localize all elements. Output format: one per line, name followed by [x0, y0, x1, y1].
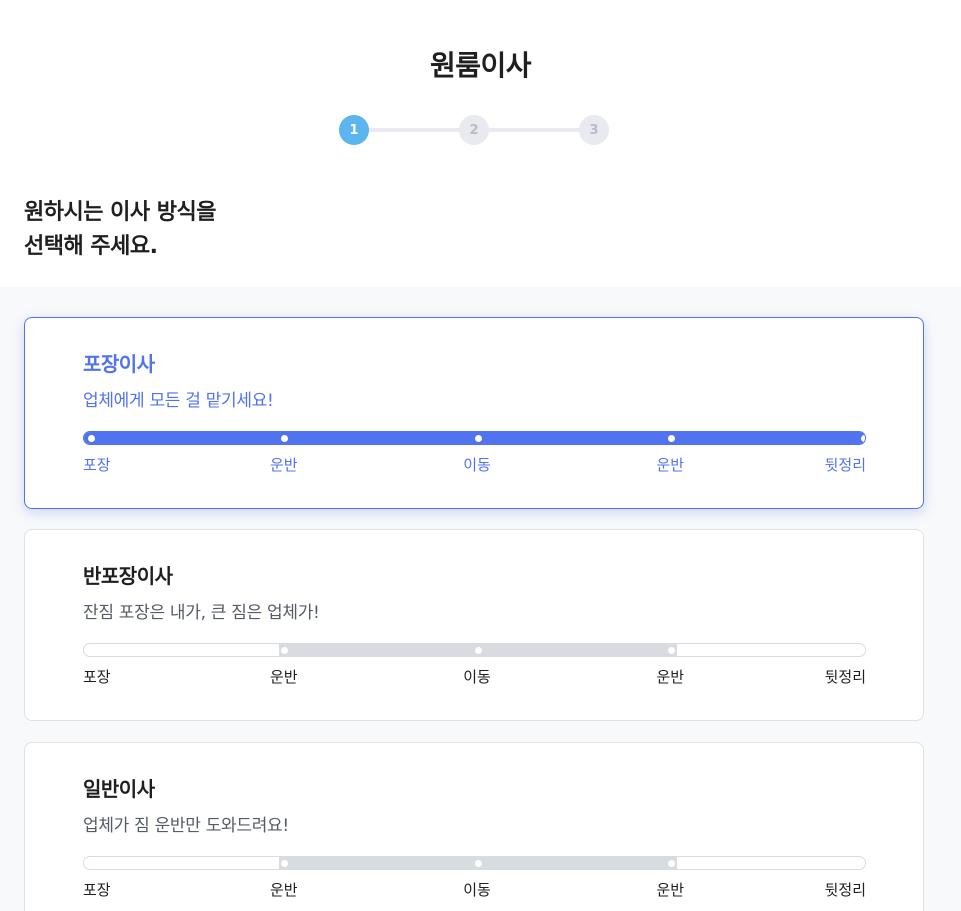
stage-dot — [88, 860, 95, 867]
stage-label: 이동 — [463, 668, 491, 686]
stage-label: 뒷정리 — [824, 881, 866, 899]
option-title: 포장이사 — [83, 352, 155, 376]
stage-dot — [474, 647, 482, 654]
stage-dot — [88, 435, 95, 442]
service-range-bar — [83, 643, 866, 657]
stage-labels: 포장 운반 이동 운반 뒷정리 — [83, 454, 866, 476]
service-range-bar — [83, 431, 866, 445]
stage-dot — [861, 435, 865, 442]
stepper-connector — [487, 128, 581, 132]
headline-line-1: 원하시는 이사 방식을 — [24, 200, 216, 225]
stage-label: 포장 — [83, 456, 111, 474]
header-section: 원룸이사 1 2 3 원하시는 이사 방식을 선택해 주세요. — [0, 0, 961, 287]
stage-label: 운반 — [269, 456, 298, 474]
service-range-bar — [83, 856, 866, 870]
stage-dot — [861, 647, 865, 654]
page-title: 원룸이사 — [429, 49, 532, 82]
stage-label: 포장 — [83, 668, 111, 686]
stage-label: 운반 — [269, 668, 298, 686]
stage-label: 운반 — [269, 881, 298, 899]
stage-dot — [474, 860, 482, 867]
step-3-indicator: 3 — [579, 115, 609, 145]
stage-label: 운반 — [656, 456, 685, 474]
step-1-indicator: 1 — [339, 115, 369, 145]
option-description: 업체가 짐 운반만 도와드려요! — [83, 816, 289, 836]
option-list: 포장이사 업체에게 모든 걸 맡기세요! 포장 운반 이동 운반 뒷정리 반포장… — [0, 287, 961, 911]
stage-dot — [667, 860, 675, 867]
stage-label: 포장 — [83, 881, 111, 899]
stage-dot — [667, 647, 675, 654]
stage-label: 뒷정리 — [824, 668, 866, 686]
stepper-connector — [367, 128, 461, 132]
stage-dot — [861, 860, 865, 867]
option-description: 업체에게 모든 걸 맡기세요! — [83, 391, 274, 411]
stage-dot — [88, 647, 95, 654]
stage-label: 이동 — [463, 881, 491, 899]
option-card-general[interactable]: 일반이사 업체가 짐 운반만 도와드려요! 포장 운반 이동 운반 뒷정리 — [24, 742, 924, 911]
option-card-semi-packing[interactable]: 반포장이사 잔짐 포장은 내가, 큰 짐은 업체가! 포장 운반 이동 운반 뒷… — [24, 529, 924, 721]
option-card-full-packing[interactable]: 포장이사 업체에게 모든 걸 맡기세요! 포장 운반 이동 운반 뒷정리 — [24, 317, 924, 509]
stage-label: 이동 — [463, 456, 491, 474]
stage-label: 운반 — [656, 881, 685, 899]
stage-labels: 포장 운반 이동 운반 뒷정리 — [83, 879, 866, 901]
stage-labels: 포장 운반 이동 운반 뒷정리 — [83, 666, 866, 688]
stage-label: 뒷정리 — [824, 456, 866, 474]
stage-dot — [474, 435, 482, 442]
option-description: 잔짐 포장은 내가, 큰 짐은 업체가! — [83, 603, 320, 623]
stage-label: 운반 — [656, 668, 685, 686]
option-title: 일반이사 — [83, 777, 155, 801]
step-2-indicator: 2 — [459, 115, 489, 145]
section-headline: 원하시는 이사 방식을 선택해 주세요. — [24, 196, 216, 264]
progress-stepper: 1 2 3 — [339, 115, 609, 145]
stage-dot — [667, 435, 675, 442]
headline-line-2: 선택해 주세요. — [24, 234, 158, 259]
option-title: 반포장이사 — [83, 564, 173, 588]
